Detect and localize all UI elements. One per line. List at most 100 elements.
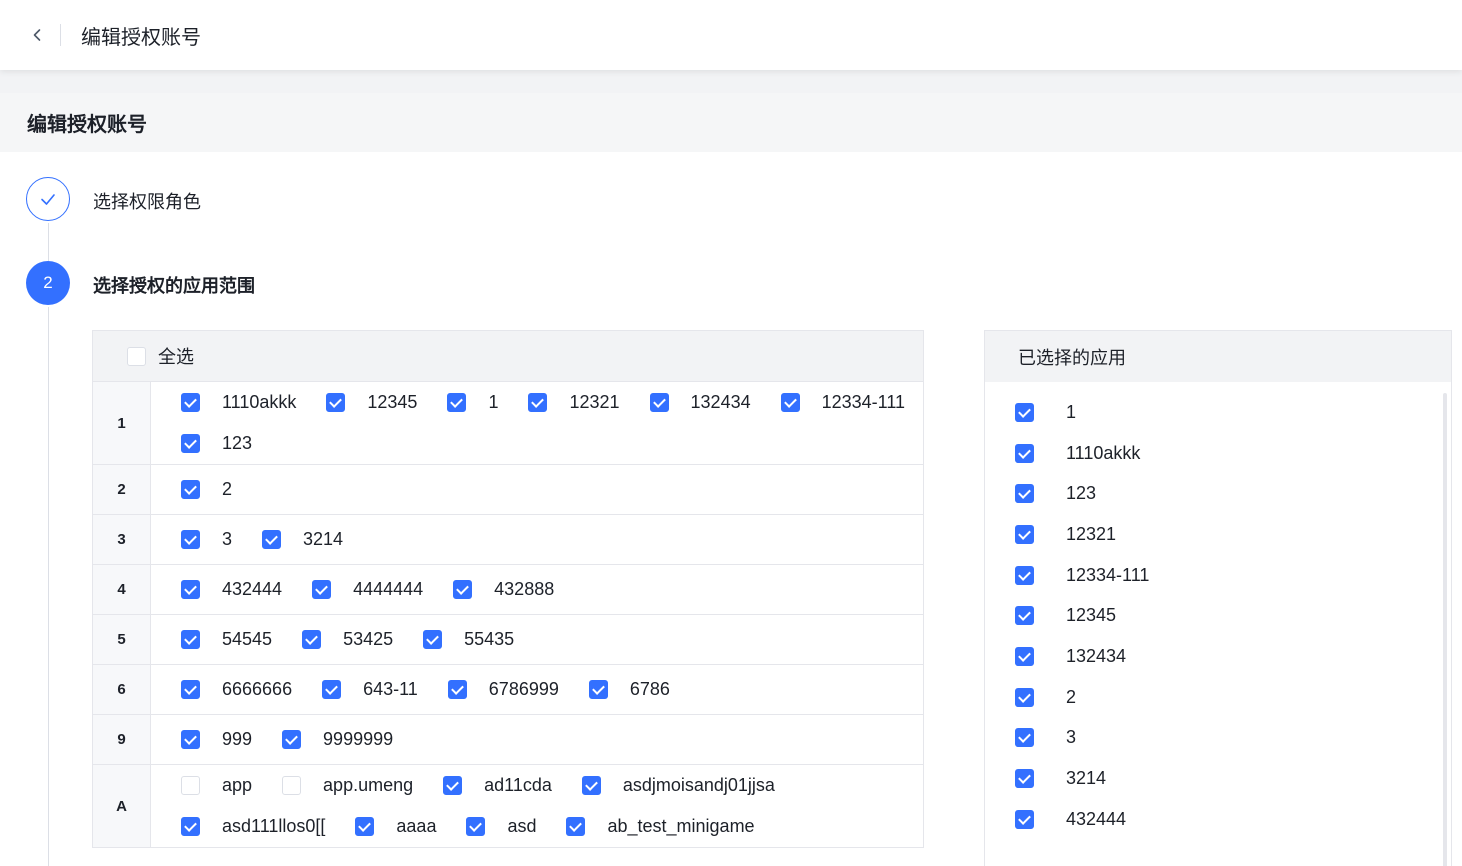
- app-checkbox[interactable]: [443, 776, 463, 795]
- row-items: app app.umeng ad11cda asdjmoisandj01jjsa asd…: [151, 765, 923, 847]
- app-checkbox[interactable]: [326, 393, 346, 412]
- check-icon: [41, 194, 55, 205]
- app-label: asdjmoisandj01jjsa: [622, 775, 775, 795]
- app-checkbox[interactable]: [649, 393, 669, 412]
- content-area: 选择权限角色 2 选择授权的应用范围 全选 1 1110akkk 12345 1 123…: [0, 152, 1462, 866]
- app-option[interactable]: ad11cda: [443, 765, 572, 806]
- app-option[interactable]: app.umeng: [282, 765, 433, 806]
- app-checkbox[interactable]: [581, 776, 601, 795]
- back-button[interactable]: [26, 24, 48, 46]
- app-option[interactable]: 432888: [453, 569, 554, 610]
- app-option[interactable]: ab_test_minigame: [566, 806, 755, 847]
- list-item[interactable]: 2: [1015, 677, 1451, 718]
- app-checkbox[interactable]: [466, 817, 486, 836]
- app-checkbox[interactable]: [181, 680, 200, 699]
- row-key: 6: [93, 665, 151, 714]
- app-checkbox[interactable]: [181, 393, 200, 412]
- list-item[interactable]: 1110akkk: [1015, 433, 1451, 474]
- app-option[interactable]: 55435: [423, 619, 514, 660]
- app-option[interactable]: 3214: [262, 519, 343, 560]
- step-done-icon: [26, 177, 70, 221]
- app-option[interactable]: 132434: [649, 382, 771, 423]
- selected-app-checkbox[interactable]: [1015, 728, 1034, 748]
- list-item[interactable]: 12345: [1015, 595, 1451, 636]
- app-checkbox[interactable]: [181, 776, 200, 795]
- selected-app-checkbox[interactable]: [1015, 565, 1034, 585]
- app-option[interactable]: 1110akkk: [181, 382, 316, 423]
- app-checkbox[interactable]: [282, 776, 302, 795]
- app-option[interactable]: 6786: [588, 669, 670, 710]
- selected-app-checkbox[interactable]: [1015, 484, 1034, 504]
- app-option[interactable]: 2: [181, 469, 232, 510]
- list-item[interactable]: 123: [1015, 473, 1451, 514]
- selected-app-label: 1110akkk: [1066, 442, 1141, 463]
- app-option[interactable]: 432444: [181, 569, 302, 610]
- app-checkbox[interactable]: [312, 580, 332, 599]
- app-checkbox[interactable]: [447, 680, 467, 699]
- selected-app-checkbox[interactable]: [1015, 524, 1034, 544]
- app-option[interactable]: 53425: [302, 619, 413, 660]
- row-items: 432444 4444444 432888: [151, 565, 923, 614]
- app-checkbox[interactable]: [282, 730, 302, 749]
- app-checkbox[interactable]: [423, 630, 443, 649]
- app-option[interactable]: 643-11: [322, 669, 438, 710]
- app-checkbox[interactable]: [181, 817, 200, 836]
- app-option[interactable]: 1: [447, 382, 518, 423]
- selected-app-checkbox[interactable]: [1015, 443, 1034, 463]
- app-label: 432888: [494, 579, 555, 599]
- selected-app-checkbox[interactable]: [1015, 809, 1034, 829]
- app-label: 2: [222, 479, 233, 499]
- app-checkbox[interactable]: [780, 393, 800, 412]
- app-option[interactable]: 6666666: [181, 669, 312, 710]
- app-checkbox[interactable]: [355, 817, 375, 836]
- selected-app-checkbox[interactable]: [1015, 646, 1034, 666]
- app-checkbox[interactable]: [528, 393, 548, 412]
- app-option[interactable]: 4444444: [312, 569, 443, 610]
- app-option[interactable]: 9999999: [282, 719, 393, 760]
- app-checkbox[interactable]: [181, 580, 200, 599]
- app-option[interactable]: asd111llos0[[: [181, 806, 345, 847]
- app-checkbox[interactable]: [302, 630, 322, 649]
- list-item[interactable]: 3: [1015, 718, 1451, 759]
- app-option[interactable]: 12321: [528, 382, 639, 423]
- app-checkbox[interactable]: [588, 680, 608, 699]
- select-all-checkbox[interactable]: [127, 346, 146, 366]
- app-checkbox[interactable]: [447, 393, 467, 412]
- list-item[interactable]: 132434: [1015, 636, 1451, 677]
- app-option[interactable]: 12334-111: [780, 382, 905, 423]
- list-item[interactable]: 1: [1015, 392, 1451, 433]
- app-checkbox[interactable]: [181, 434, 200, 453]
- list-item[interactable]: 3214: [1015, 758, 1451, 799]
- selected-app-checkbox[interactable]: [1015, 606, 1034, 626]
- app-option[interactable]: app: [181, 765, 272, 806]
- selected-app-checkbox[interactable]: [1015, 687, 1034, 707]
- app-checkbox[interactable]: [181, 630, 200, 649]
- list-item[interactable]: 12321: [1015, 514, 1451, 555]
- app-option[interactable]: asdjmoisandj01jjsa: [581, 765, 775, 806]
- selected-app-checkbox[interactable]: [1015, 769, 1034, 789]
- app-checkbox[interactable]: [181, 530, 200, 549]
- list-item[interactable]: 12334-111: [1015, 555, 1451, 596]
- app-checkbox[interactable]: [181, 480, 200, 499]
- table-row: 1 1110akkk 12345 1 12321 132434 12334-111 123: [93, 382, 923, 465]
- app-option[interactable]: 999: [181, 719, 272, 760]
- list-item[interactable]: 432444: [1015, 799, 1451, 840]
- app-option[interactable]: 3: [181, 519, 252, 560]
- app-checkbox[interactable]: [322, 680, 342, 699]
- app-checkbox[interactable]: [262, 530, 282, 549]
- selected-apps-list: 1 1110akkk 123 12321 12334-111 12345 132434 2 3 3…: [985, 382, 1451, 840]
- app-checkbox[interactable]: [453, 580, 473, 599]
- app-checkbox[interactable]: [181, 730, 200, 749]
- app-option[interactable]: aaaa: [355, 806, 456, 847]
- app-selection-table: 全选 1 1110akkk 12345 1 12321 132434 12334-111 12…: [92, 330, 924, 848]
- selected-app-checkbox[interactable]: [1015, 402, 1034, 422]
- app-option[interactable]: 12345: [326, 382, 437, 423]
- app-option[interactable]: 123: [181, 423, 252, 464]
- app-option[interactable]: 6786999: [447, 669, 579, 710]
- app-label: 54545: [222, 629, 273, 649]
- app-checkbox[interactable]: [566, 817, 586, 836]
- scrollbar[interactable]: [1443, 393, 1447, 866]
- app-label: asd111llos0[[: [222, 816, 326, 836]
- app-option[interactable]: asd: [466, 806, 556, 847]
- app-option[interactable]: 54545: [181, 619, 292, 660]
